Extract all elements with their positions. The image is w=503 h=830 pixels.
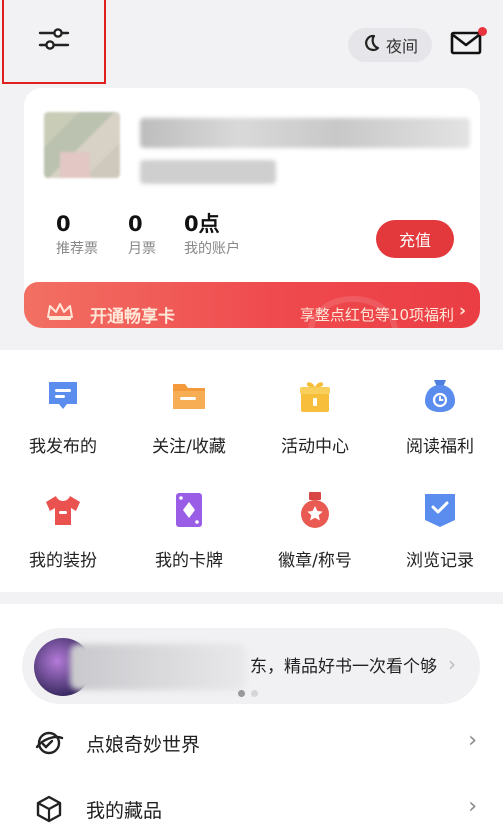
grid-item-my-outfits[interactable]: 我的装扮 [0, 464, 126, 574]
list-item-my-collection[interactable]: 我的藏品 › [0, 782, 503, 830]
grid-item-label: 阅读福利 [406, 437, 474, 457]
stat-value: 0 [128, 212, 143, 236]
grid-item-my-cards[interactable]: 我的卡牌 [126, 464, 252, 574]
gift-icon [293, 374, 337, 418]
post-icon [41, 374, 85, 418]
crown-icon [46, 302, 74, 324]
chevron-right-icon: › [458, 301, 466, 321]
night-mode-label: 夜间 [385, 37, 418, 56]
stat-monthly-votes[interactable]: 0 月票 [128, 212, 156, 258]
promo-text-blurred [70, 644, 246, 690]
stat-recommend-votes[interactable]: 0 推荐票 [56, 212, 98, 258]
stat-value: 0点 [184, 212, 220, 236]
grid-item-label: 我的卡牌 [155, 551, 223, 571]
world-icon [34, 728, 64, 758]
top-bar: 夜间 [0, 0, 503, 88]
chevron-right-icon: › [468, 794, 477, 819]
carousel-dot-active [238, 690, 245, 697]
stat-label: 我的账户 [184, 241, 240, 257]
badge-icon [293, 488, 337, 532]
tshirt-icon [41, 488, 85, 532]
list-item-label: 我的藏品 [86, 800, 163, 822]
moon-icon [362, 34, 380, 56]
stat-value: 0 [56, 212, 71, 236]
bag-clock-icon [418, 374, 462, 418]
account-card: 0 推荐票 0 月票 0点 我的账户 充值 开通畅享卡 享整点红包等10项福利 … [24, 88, 480, 328]
mail-button[interactable] [450, 27, 487, 60]
list-item-label: 点娘奇妙世界 [86, 734, 201, 756]
night-mode-toggle[interactable]: 夜间 [348, 28, 432, 62]
chevron-right-icon: › [448, 652, 456, 676]
vip-card-banner[interactable]: 开通畅享卡 享整点红包等10项福利 › [24, 282, 480, 328]
grid-item-history[interactable]: 浏览记录 [377, 464, 503, 574]
grid-item-label: 我发布的 [29, 437, 97, 457]
list-item-wonder-world[interactable]: 点娘奇妙世界 › [0, 716, 503, 770]
grid-item-reading-rewards[interactable]: 阅读福利 [377, 350, 503, 460]
collection-icon [34, 794, 64, 824]
grid-item-label: 徽章/称号 [278, 551, 352, 571]
grid-item-label: 浏览记录 [406, 551, 474, 571]
grid-item-label: 活动中心 [281, 437, 349, 457]
grid-item-badges-titles[interactable]: 徽章/称号 [252, 464, 378, 574]
grid-item-follow-collect[interactable]: 关注/收藏 [126, 350, 252, 460]
recharge-button[interactable]: 充值 [376, 220, 454, 258]
stat-label: 月票 [128, 241, 156, 257]
grid-item-my-posts[interactable]: 我发布的 [0, 350, 126, 460]
history-icon [418, 488, 462, 532]
card-icon [167, 488, 211, 532]
carousel-dot [251, 690, 258, 697]
carousel-indicator [238, 690, 258, 697]
folder-icon [167, 374, 211, 418]
sliders-icon [38, 25, 70, 57]
username-blurred [140, 118, 470, 148]
grid-item-events[interactable]: 活动中心 [252, 350, 378, 460]
envelope-icon [450, 31, 482, 60]
grid-item-label: 关注/收藏 [152, 437, 226, 457]
unread-dot [478, 27, 487, 36]
vip-title: 开通畅享卡 [90, 307, 175, 327]
function-grid: 我发布的 关注/收藏 活动中心 阅读福利 我的装扮 我的卡牌 徽章/称号 浏览记… [0, 350, 503, 592]
stat-my-account[interactable]: 0点 我的账户 [184, 212, 240, 258]
user-level-blurred [140, 160, 276, 184]
avatar[interactable] [44, 112, 120, 178]
promo-text: 东，精品好书一次看个够 [250, 657, 437, 677]
feature-list: 东，精品好书一次看个够 › 点娘奇妙世界 › 我的藏品 › [0, 604, 503, 830]
settings-button[interactable] [2, 0, 106, 84]
grid-item-label: 我的装扮 [29, 551, 97, 571]
vip-perk-text: 享整点红包等10项福利 [299, 306, 454, 324]
chevron-right-icon: › [468, 728, 477, 753]
stat-label: 推荐票 [56, 241, 98, 257]
